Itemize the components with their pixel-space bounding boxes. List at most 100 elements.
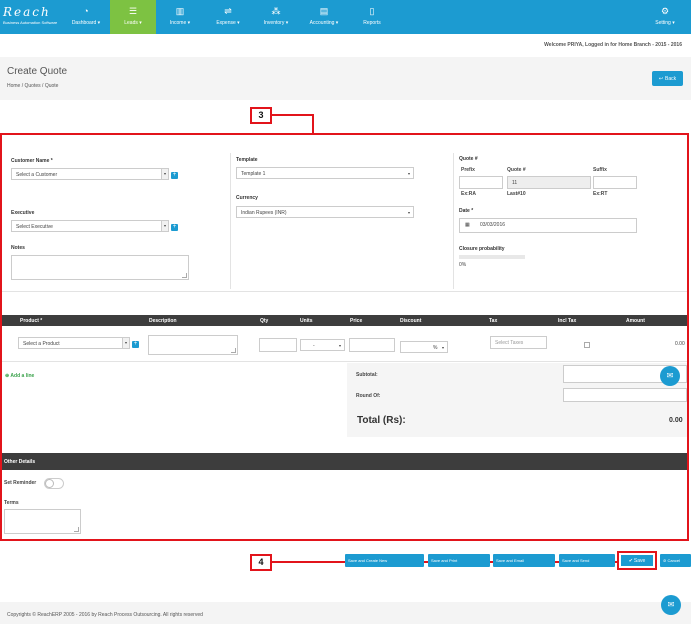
leads-icon: ☰ [128, 6, 138, 16]
currency-label: Currency [236, 195, 258, 201]
back-arrow-icon: ↩ [658, 75, 664, 82]
quote-form: Customer Name * Select a Customer ▾ + Ex… [0, 133, 689, 541]
nav-dashboard[interactable]: ◔ Dashboard ▾ [62, 0, 110, 34]
total-label: Total (Rs): [357, 415, 406, 426]
chevron-down-icon: ▾ [407, 210, 410, 215]
date-label: Date * [459, 208, 474, 214]
nav-income[interactable]: ▥ Income ▾ [156, 0, 204, 34]
suffix-input[interactable] [593, 176, 637, 189]
inventory-icon: ⁂ [271, 6, 281, 16]
items-table-header: Product * Description Qty Units Price Di… [2, 315, 687, 326]
template-select[interactable]: Template 1 ▾ [236, 167, 414, 179]
suffix-hint: Ex:RT [593, 191, 608, 197]
brand-logo[interactable]: Reach Business Automation Software [0, 0, 62, 34]
footer: Copyrights © ReachERP 2005 - 2016 by Rea… [0, 602, 691, 624]
set-reminder-label: Set Reminder [4, 480, 37, 486]
add-customer-button[interactable]: + [171, 172, 178, 179]
add-product-button[interactable]: + [132, 341, 139, 348]
back-button[interactable]: ↩ Back [652, 71, 683, 86]
add-executive-button[interactable]: + [171, 224, 178, 231]
prefix-hint: Ex:RA [461, 191, 477, 197]
reports-icon: ▯ [369, 6, 375, 16]
nav-settings[interactable]: ⚙ Setting ▾ [639, 0, 691, 34]
currency-select[interactable]: Indian Rupees (INR) ▾ [236, 206, 414, 218]
plus-circle-icon: ⊕ [5, 373, 10, 379]
date-input[interactable]: ▦ 03/03/2016 [459, 218, 637, 233]
nav-expense[interactable]: ⇌ Expense ▾ [204, 0, 252, 34]
top-navbar: Reach Business Automation Software ◔ Das… [0, 0, 691, 34]
save-and-create-new-button[interactable]: Save and Create New [345, 554, 424, 567]
incl-tax-checkbox[interactable] [584, 342, 590, 348]
brand-name: Reach [3, 5, 51, 19]
prefix-input[interactable] [459, 176, 503, 189]
closure-probability-bar[interactable] [459, 255, 525, 259]
save-and-send-button[interactable]: Save and Send [559, 554, 615, 567]
nav-inventory[interactable]: ⁂ Inventory ▾ [252, 0, 300, 34]
qty-input[interactable] [259, 338, 297, 352]
units-select[interactable]: - ▾ [300, 339, 345, 351]
quote-number-input[interactable]: 11 [507, 176, 591, 189]
nav-accounting[interactable]: ▤ Accounting ▾ [300, 0, 348, 34]
accounting-icon: ▤ [319, 6, 329, 16]
save-and-print-button[interactable]: Save and Print [428, 554, 490, 567]
chevron-down-icon: ▾ [122, 338, 129, 348]
breadcrumb: Home / Quotes / Quote [7, 83, 59, 89]
discount-select[interactable]: % ▾ [400, 341, 448, 353]
customer-select[interactable]: Select a Customer ▾ [11, 168, 169, 180]
template-label: Template [236, 157, 258, 163]
add-line-link[interactable]: ⊕ Add a line [5, 373, 34, 379]
quote-number-label: Quote # [459, 156, 478, 162]
amount-value: 0.00 [675, 341, 685, 347]
nav-leads[interactable]: ☰ Leads ▾ [110, 0, 156, 34]
prefix-label: Prefix [461, 167, 475, 173]
annotation-line [272, 114, 314, 116]
other-details-header: Other Details [2, 453, 687, 470]
executive-label: Executive [11, 210, 35, 216]
chat-icon[interactable]: ✉ [660, 366, 680, 386]
terms-textarea[interactable] [4, 509, 81, 534]
closure-probability-label: Closure probability [459, 246, 505, 252]
chat-icon[interactable]: ✉ [661, 595, 681, 615]
cancel-button[interactable]: ⊘ Cancel [660, 554, 691, 567]
chevron-down-icon: ▾ [407, 171, 410, 176]
total-value: 0.00 [669, 417, 683, 424]
cancel-icon: ⊘ [663, 558, 667, 563]
notes-textarea[interactable] [11, 255, 189, 280]
round-off-input[interactable] [563, 388, 687, 402]
breadcrumb-home[interactable]: Home [7, 83, 20, 89]
customer-name-label: Customer Name * [11, 158, 53, 164]
round-off-label: Round Of: [356, 393, 381, 399]
executive-select[interactable]: Select Executive ▾ [11, 220, 169, 232]
dashboard-icon: ◔ [83, 6, 89, 16]
annotation-callout-3: 3 [250, 107, 272, 124]
quote-no-label: Quote # [507, 167, 526, 173]
brand-tagline: Business Automation Software [3, 20, 58, 25]
notes-label: Notes [11, 245, 25, 251]
welcome-text: Welcome PRIYA, Logged in for Home Branch… [544, 42, 682, 48]
tax-select[interactable]: Select Taxes [490, 336, 547, 349]
annotation-callout-4: 4 [250, 554, 272, 571]
closure-probability-value: 0% [459, 262, 467, 268]
breadcrumb-quote: Quote [44, 83, 59, 89]
save-and-email-button[interactable]: Save and Email [493, 554, 555, 567]
expense-icon: ⇌ [224, 6, 232, 16]
nav-reports[interactable]: ▯ Reports [348, 0, 396, 34]
chevron-down-icon: ▾ [338, 343, 341, 348]
price-input[interactable] [349, 338, 395, 352]
income-icon: ▥ [175, 6, 185, 16]
chevron-down-icon: ▾ [161, 169, 168, 179]
quote-hint: Last#10 [507, 191, 526, 197]
chevron-down-icon: ▾ [161, 221, 168, 231]
annotation-line [312, 114, 314, 134]
save-button[interactable]: ✔ Save [617, 551, 657, 570]
chevron-down-icon: ▾ [441, 345, 444, 350]
product-select[interactable]: Select a Product ▾ [18, 337, 130, 349]
description-textarea[interactable] [148, 335, 238, 355]
set-reminder-toggle[interactable] [44, 478, 64, 489]
page-header: Create Quote Home / Quotes / Quote ↩ Bac… [0, 57, 691, 100]
gear-icon: ⚙ [660, 6, 670, 16]
terms-label: Terms [4, 500, 19, 506]
page-title: Create Quote [7, 66, 68, 77]
check-icon: ✔ [628, 557, 633, 564]
breadcrumb-quotes[interactable]: Quotes [25, 83, 41, 89]
